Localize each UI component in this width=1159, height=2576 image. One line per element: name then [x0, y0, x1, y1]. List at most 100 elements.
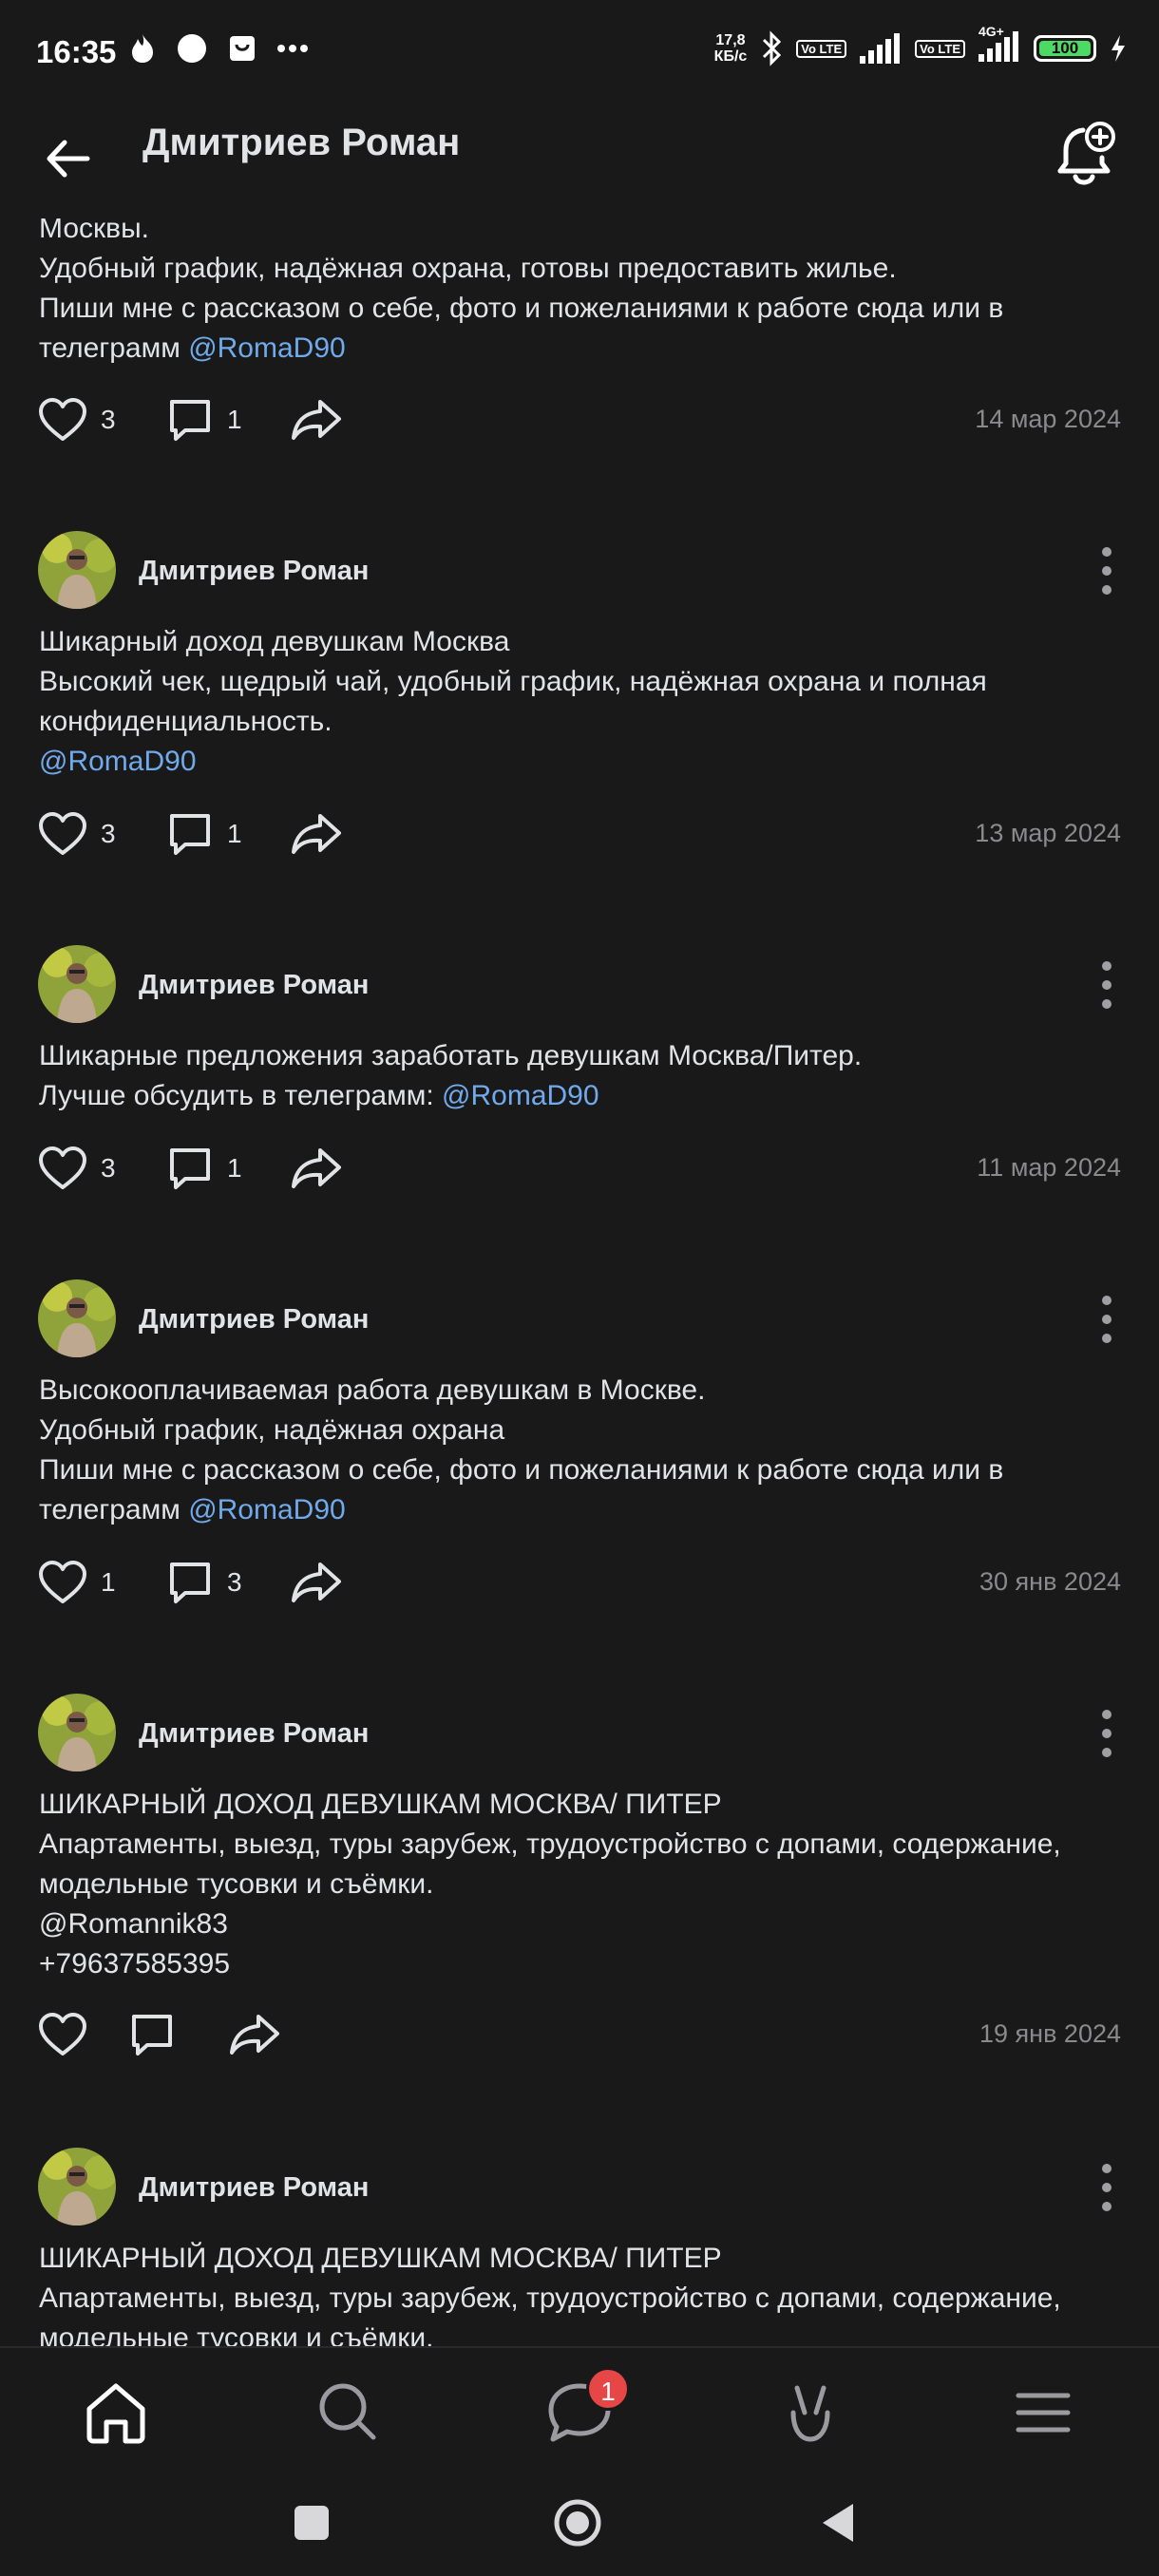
speed-unit: КБ/с	[713, 48, 748, 65]
wall-feed[interactable]: Москвы. Удобный график, надёжная охрана,…	[0, 199, 1159, 2346]
like-button[interactable]: 3	[38, 805, 116, 862]
heart-icon	[39, 812, 86, 855]
like-button[interactable]: 3	[38, 1140, 116, 1197]
like-count: 3	[101, 405, 116, 434]
volte-badge-1: Vo LTE	[796, 39, 847, 58]
post-date: 19 янв 2024	[979, 2019, 1121, 2048]
post-text-line: ШИКАРНЫЙ ДОХОД ДЕВУШКАМ МОСКВА/ ПИТЕР	[39, 1789, 722, 1820]
comment-button[interactable]: 1	[166, 391, 242, 448]
like-count: 1	[101, 1567, 116, 1597]
avatar-image	[38, 531, 116, 609]
bluetooth-icon	[763, 30, 782, 66]
post-text: Шикарные предложения заработать девушкам…	[39, 1036, 1122, 1116]
avatar[interactable]	[38, 1694, 116, 1771]
telegram-link[interactable]: @RomaD90	[188, 1494, 346, 1525]
post-header: Дмитриев Роман	[38, 2148, 1121, 2226]
post-menu-button[interactable]	[1092, 1707, 1121, 1760]
telegram-link[interactable]: @RomaD90	[39, 746, 197, 777]
avatar[interactable]	[38, 945, 116, 1023]
post-header: Дмитриев Роман	[38, 945, 1121, 1023]
battery-level: 100	[1051, 39, 1079, 57]
messages-badge: 1	[586, 2367, 630, 2411]
tab-menu[interactable]	[1005, 2375, 1081, 2451]
post-text-fragment: Лучше обсудить в телеграмм:	[39, 1080, 443, 1111]
comment-count: 3	[227, 1567, 242, 1597]
share-icon	[292, 1148, 341, 1188]
post-actions: 3 1 13 мар 2024	[38, 805, 1121, 862]
post-text-line: Шикарный доход девушкам Москва	[39, 626, 510, 657]
avatar[interactable]	[38, 2148, 116, 2226]
recents-button[interactable]	[285, 2496, 338, 2549]
post-header: Дмитриев Роман	[38, 1694, 1121, 1771]
battery-indicator: 100	[1034, 35, 1096, 62]
subscribe-notifications-button[interactable]	[1047, 118, 1123, 194]
author-name[interactable]: Дмитриев Роман	[139, 1304, 369, 1335]
avatar[interactable]	[38, 531, 116, 609]
back-button[interactable]	[38, 125, 104, 192]
post-menu-button[interactable]	[1092, 2161, 1121, 2214]
app-header: Дмитриев Роман	[0, 104, 1159, 218]
share-button[interactable]	[228, 2006, 281, 2063]
telegram-link[interactable]: @RomaD90	[442, 1080, 599, 1111]
back-system-button[interactable]	[813, 2496, 866, 2549]
post-menu-button[interactable]	[1092, 958, 1121, 1012]
share-button[interactable]	[290, 1554, 343, 1611]
comment-icon	[170, 400, 210, 441]
like-button[interactable]: 1	[38, 1554, 116, 1611]
network-type: 4G+	[978, 23, 1004, 39]
comment-icon	[170, 1563, 210, 1603]
share-button[interactable]	[290, 1140, 343, 1197]
comment-button[interactable]: 1	[166, 1140, 242, 1197]
share-icon	[292, 400, 341, 440]
like-count: 3	[101, 1153, 116, 1183]
heart-icon	[39, 1146, 86, 1189]
post-text-line: +79637585395	[39, 1948, 231, 1979]
search-icon	[319, 2383, 376, 2440]
comment-button[interactable]	[128, 2006, 176, 2063]
post-text-line: телеграмм @RomaD90	[39, 329, 1122, 369]
post-text-line: Апартаменты, выезд, туры зарубеж, трудоу…	[39, 2282, 1061, 2314]
system-navigation-bar	[0, 2470, 1159, 2576]
post-text-line: Высокий чек, щедрый чай, удобный график,…	[39, 666, 987, 697]
post-header: Дмитриев Роман	[38, 531, 1121, 609]
post-text: ШИКАРНЫЙ ДОХОД ДЕВУШКАМ МОСКВА/ ПИТЕР Ап…	[39, 2239, 1122, 2346]
comment-button[interactable]: 3	[166, 1554, 242, 1611]
post-text-line: Удобный график, надёжная охрана, готовы …	[39, 253, 897, 284]
menu-icon	[1016, 2393, 1071, 2433]
post-text-line: @Romannik83	[39, 1908, 228, 1940]
more-notifications-icon	[277, 45, 308, 52]
author-name[interactable]: Дмитриев Роман	[139, 970, 369, 1001]
like-button[interactable]	[38, 2006, 87, 2063]
author-name[interactable]: Дмитриев Роман	[139, 556, 369, 587]
post-text: Высокооплачиваемая работа девушкам в Мос…	[39, 1371, 1122, 1530]
author-name[interactable]: Дмитриев Роман	[139, 2172, 369, 2204]
post-date: 30 янв 2024	[979, 1567, 1121, 1596]
share-button[interactable]	[290, 805, 343, 862]
heart-icon	[39, 2013, 86, 2055]
bell-plus-icon	[1057, 122, 1115, 185]
tab-home[interactable]	[78, 2375, 154, 2451]
post-date: 11 мар 2024	[977, 1153, 1121, 1182]
status-time: 16:35	[36, 34, 117, 69]
fire-icon	[132, 34, 153, 63]
more-vertical-icon	[1102, 961, 1112, 1009]
more-vertical-icon	[1102, 1710, 1112, 1757]
post-actions: 3 1 11 мар 2024	[38, 1140, 1121, 1197]
telegram-link[interactable]: @RomaD90	[188, 332, 346, 364]
circle-home-icon	[554, 2499, 601, 2547]
post-header: Дмитриев Роман	[38, 1279, 1121, 1357]
author-name[interactable]: Дмитриев Роман	[139, 1718, 369, 1750]
avatar[interactable]	[38, 1279, 116, 1357]
post-text-line: Пиши мне с рассказом о себе, фото и поже…	[39, 1454, 1004, 1486]
tab-clips[interactable]	[772, 2375, 848, 2451]
heart-icon	[39, 398, 86, 441]
post-text: ШИКАРНЫЙ ДОХОД ДЕВУШКАМ МОСКВА/ ПИТЕР Ап…	[39, 1785, 1122, 1984]
post-menu-button[interactable]	[1092, 544, 1121, 597]
post-date: 14 мар 2024	[975, 405, 1121, 433]
home-system-button[interactable]	[551, 2496, 604, 2549]
share-button[interactable]	[290, 391, 343, 448]
comment-button[interactable]: 1	[166, 805, 242, 862]
post-menu-button[interactable]	[1092, 1293, 1121, 1346]
tab-search[interactable]	[311, 2375, 387, 2451]
like-button[interactable]: 3	[38, 391, 116, 448]
